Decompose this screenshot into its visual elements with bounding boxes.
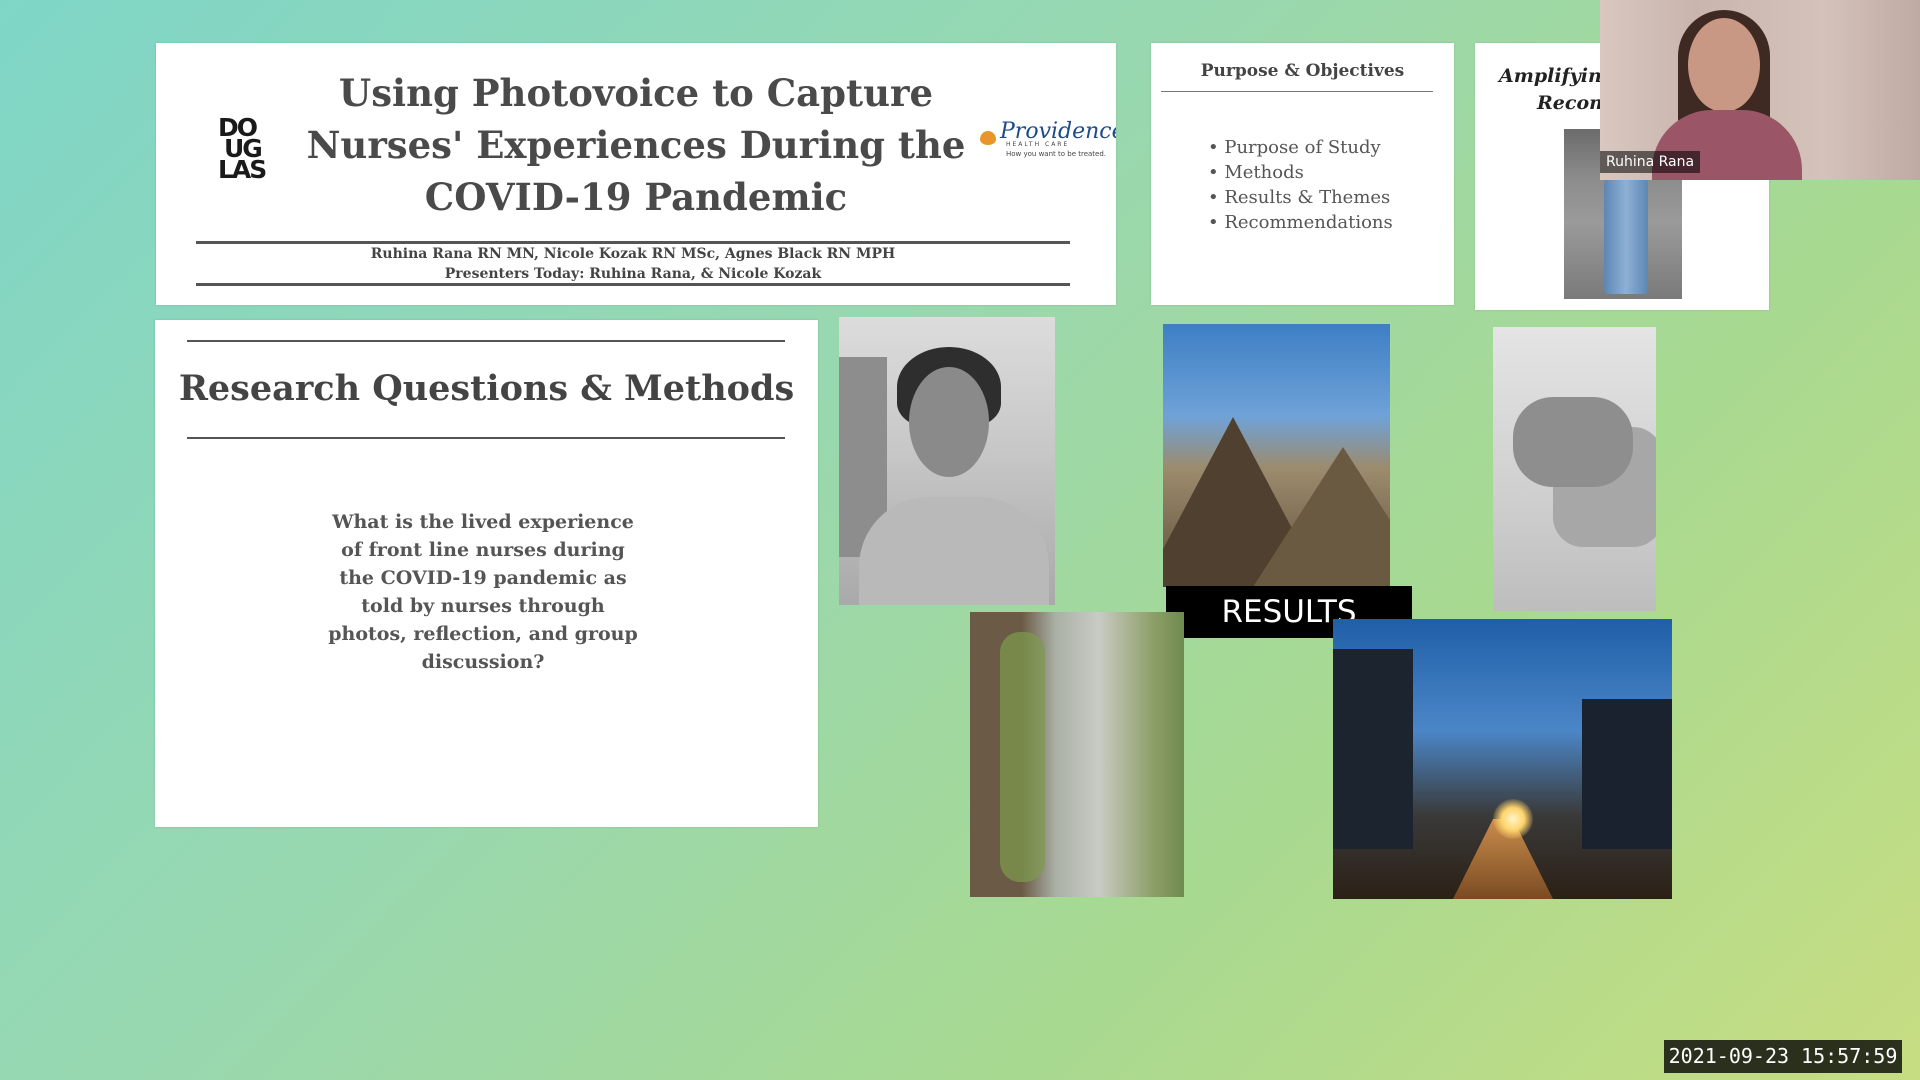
moss-shape xyxy=(1000,632,1045,882)
purpose-heading: Purpose & Objectives xyxy=(1200,61,1405,81)
presenters-line: Presenters Today: Ruhina Rana, & Nicole … xyxy=(444,266,822,282)
divider-bottom xyxy=(196,283,1070,286)
flame-icon xyxy=(980,131,996,145)
participant-name-label: Ruhina Rana xyxy=(1600,151,1701,173)
list-item: Results & Themes xyxy=(1208,185,1393,210)
sun-shape xyxy=(1493,799,1533,839)
head-in-hands-photo xyxy=(1493,327,1656,611)
authors-line: Ruhina Rana RN MN, Nicole Kozak RN MSc, … xyxy=(370,246,896,262)
presentation-title: Using Photovoice to Capture Nurses' Expe… xyxy=(306,71,966,219)
building-right-shape xyxy=(1582,699,1672,849)
providence-logo-tagline: How you want to be treated. xyxy=(1006,150,1107,158)
douglas-college-logo: DO UG LAS xyxy=(218,115,278,184)
providence-health-care-logo: Providence HEALTH CARE How you want to b… xyxy=(978,119,1116,158)
research-divider-top xyxy=(187,340,785,342)
objectives-list: Purpose of Study Methods Results & Theme… xyxy=(1208,135,1393,235)
scrubs-shape xyxy=(859,497,1049,605)
arm-shape xyxy=(1513,397,1633,487)
moss-tree-photo xyxy=(970,612,1184,897)
research-divider-bottom xyxy=(187,437,785,439)
participant-video-tile[interactable]: Ruhina Rana xyxy=(1600,0,1920,180)
video-face-shape xyxy=(1688,18,1760,112)
research-question: What is the lived experience of front li… xyxy=(328,511,638,673)
face-shape xyxy=(909,367,989,477)
sunset-trees-photo xyxy=(1333,619,1672,899)
purpose-slide-thumbnail[interactable]: Purpose & Objectives Purpose of Study Me… xyxy=(1151,43,1454,305)
logo-line-3: LAS xyxy=(218,155,267,184)
recording-timestamp: 2021-09-23 15:57:59 xyxy=(1664,1040,1902,1073)
list-item: Purpose of Study xyxy=(1208,135,1393,160)
building-left-shape xyxy=(1333,649,1413,849)
purpose-divider xyxy=(1161,91,1433,92)
nurse-portrait-photo xyxy=(839,317,1055,605)
figure-shape xyxy=(1604,169,1648,294)
title-slide-thumbnail[interactable]: DO UG LAS Using Photovoice to Capture Nu… xyxy=(156,43,1116,305)
list-item: Methods xyxy=(1208,160,1393,185)
mountain-shape-right xyxy=(1253,447,1390,587)
research-heading: Research Questions & Methods xyxy=(178,368,795,409)
research-slide-thumbnail[interactable]: Research Questions & Methods What is the… xyxy=(155,320,818,827)
authors-block: Ruhina Rana RN MN, Nicole Kozak RN MSc, … xyxy=(196,244,1070,284)
mountain-valley-photo xyxy=(1163,324,1390,587)
list-item: Recommendations xyxy=(1208,210,1392,235)
